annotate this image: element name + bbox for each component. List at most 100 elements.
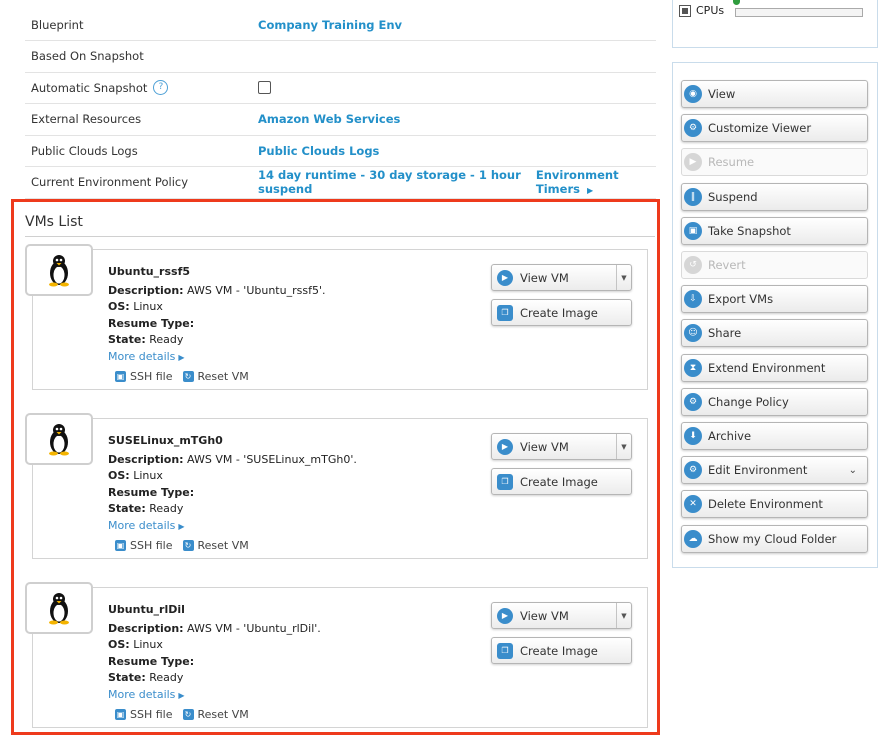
reset-vm-button[interactable]: ↻ Reset VM (182, 370, 249, 383)
vm-card: Ubuntu_rssf5 Description: AWS VM - 'Ubun… (25, 244, 648, 390)
play-icon: ▶ (497, 438, 513, 455)
ssh-file-label: SSH file (130, 539, 173, 552)
action-label: Take Snapshot (708, 223, 791, 238)
triangle-right-icon: ▶ (587, 186, 594, 196)
ssh-key-icon: ▣ (115, 371, 126, 382)
triangle-right-icon: ▶ (178, 521, 185, 531)
camera-icon: ▣ (684, 221, 702, 240)
field-label: State: (108, 502, 146, 515)
property-label: External Resources (31, 112, 142, 127)
action-label: Customize Viewer (708, 121, 812, 136)
share-button[interactable]: ☺ Share (681, 319, 868, 348)
vm-name: SUSELinux_mTGh0 (108, 434, 223, 447)
public-clouds-logs-link[interactable]: Public Clouds Logs (258, 144, 379, 158)
action-label: Extend Environment (708, 360, 826, 375)
action-label: Revert (708, 258, 746, 272)
take-snapshot-button[interactable]: ▣ Take Snapshot (681, 216, 868, 245)
more-details-link[interactable]: More details ▶ (108, 518, 357, 536)
action-label: Change Policy (708, 394, 789, 409)
help-icon[interactable]: ? (153, 80, 169, 96)
field-label: State: (108, 333, 146, 346)
field-label: Resume Type: (108, 485, 195, 499)
create-image-button[interactable]: ❐ Create Image (491, 637, 632, 664)
vm-resume-line: Resume Type: (108, 316, 325, 333)
reset-icon: ↻ (182, 540, 194, 551)
suspend-button[interactable]: ‖ Suspend (681, 182, 868, 211)
field-label: OS: (108, 300, 130, 313)
chevron-down-icon[interactable]: ▼ (616, 265, 631, 290)
create-image-label: Create Image (520, 474, 598, 489)
show-my-cloud-folder-button[interactable]: ☁ Show my Cloud Folder (681, 524, 868, 553)
customize-viewer-button[interactable]: ⚙ Customize Viewer (681, 114, 868, 143)
view-button[interactable]: ◉ View (681, 80, 868, 108)
extend-environment-button[interactable]: ⧗ Extend Environment (681, 353, 868, 382)
resume-button: ▶ Resume (681, 148, 868, 177)
vm-state-line: State: Ready (108, 501, 357, 518)
vm-os: Linux (133, 469, 163, 482)
vm-state-line: State: Ready (108, 332, 325, 349)
delete-environment-button[interactable]: ✕ Delete Environment (681, 490, 868, 519)
vm-description: AWS VM - 'Ubuntu_rssf5'. (187, 283, 326, 297)
chevron-down-icon[interactable]: ▼ (616, 603, 631, 628)
create-image-label: Create Image (520, 305, 598, 320)
share-icon: ☺ (684, 324, 702, 343)
property-label: Public Clouds Logs (31, 143, 138, 158)
policy-link[interactable]: 14 day runtime - 30 day storage - 1 hour… (258, 168, 526, 196)
vm-description: AWS VM - 'Ubuntu_rlDil'. (187, 621, 321, 635)
more-details-link[interactable]: More details ▶ (108, 687, 321, 705)
ssh-file-button[interactable]: ▣ SSH file (115, 708, 173, 721)
vm-description-line: Description: AWS VM - 'Ubuntu_rlDil'. (108, 621, 321, 638)
view-vm-button[interactable]: ▶ View VM ▼ (491, 602, 632, 629)
action-label: Export VMs (708, 292, 774, 307)
chevron-down-icon[interactable]: ▼ (616, 434, 631, 459)
auto-snapshot-checkbox[interactable] (258, 81, 271, 95)
vm-os: Linux (133, 638, 163, 651)
view-vm-button[interactable]: ▶ View VM ▼ (491, 264, 632, 291)
action-label: Delete Environment (708, 497, 823, 512)
view-vm-button[interactable]: ▶ View VM ▼ (491, 433, 632, 460)
gear-icon: ⚙ (684, 119, 702, 138)
vms-list-title: VMs List (25, 214, 83, 230)
cpu-usage-marker (733, 0, 740, 5)
property-label: Current Environment Policy (31, 175, 189, 190)
hourglass-icon: ⧗ (684, 358, 702, 377)
action-label: Resume (708, 155, 755, 170)
archive-icon: ⬇ (684, 427, 702, 445)
property-value: 14 day runtime - 30 day storage - 1 hour… (258, 168, 656, 196)
ssh-file-button[interactable]: ▣ SSH file (115, 539, 173, 552)
vm-name: Ubuntu_rlDil (108, 603, 185, 616)
delete-icon: ✕ (684, 495, 702, 514)
action-label: Show my Cloud Folder (708, 531, 837, 546)
more-details-link[interactable]: More details ▶ (108, 349, 325, 367)
property-row-policy: Current Environment Policy 14 day runtim… (25, 167, 656, 199)
triangle-right-icon: ▶ (178, 352, 185, 362)
reset-vm-button[interactable]: ↻ Reset VM (182, 539, 249, 552)
ssh-file-label: SSH file (130, 708, 173, 721)
ssh-file-button[interactable]: ▣ SSH file (115, 370, 173, 383)
property-value (258, 81, 271, 95)
property-row-blueprint: Blueprint Company Training Env (25, 9, 656, 41)
change-policy-button[interactable]: ⚙ Change Policy (681, 387, 868, 416)
property-row-clouds-logs: Public Clouds Logs Public Clouds Logs (25, 136, 656, 167)
environment-timers-link[interactable]: Environment Timers ▶ (536, 168, 656, 196)
vm-description-line: Description: AWS VM - 'Ubuntu_rssf5'. (108, 283, 325, 300)
export-vms-button[interactable]: ⇩ Export VMs (681, 285, 868, 314)
auto-snapshot-label: Automatic Snapshot (31, 80, 148, 95)
chevron-down-icon[interactable]: ⌄ (849, 465, 857, 476)
archive-button[interactable]: ⬇ Archive (681, 422, 868, 450)
environment-properties: Blueprint Company Training Env Based On … (25, 9, 656, 199)
field-label: State: (108, 671, 146, 684)
create-image-button[interactable]: ❐ Create Image (491, 299, 632, 326)
blueprint-link[interactable]: Company Training Env (258, 18, 402, 32)
action-label: Suspend (708, 189, 758, 204)
vm-state: Ready (149, 333, 184, 346)
more-details-label: More details (108, 518, 176, 532)
cpu-panel: CPUs (672, 0, 878, 48)
reset-vm-button[interactable]: ↻ Reset VM (182, 708, 249, 721)
vm-tools: ▣ SSH file ↻ Reset VM (115, 539, 249, 552)
edit-environment-button[interactable]: ⚙ Edit Environment ⌄ (681, 456, 868, 485)
external-resources-link[interactable]: Amazon Web Services (258, 112, 400, 126)
create-image-button[interactable]: ❐ Create Image (491, 468, 632, 495)
revert-button: ↺ Revert (681, 251, 868, 279)
vm-resume-line: Resume Type: (108, 485, 357, 502)
